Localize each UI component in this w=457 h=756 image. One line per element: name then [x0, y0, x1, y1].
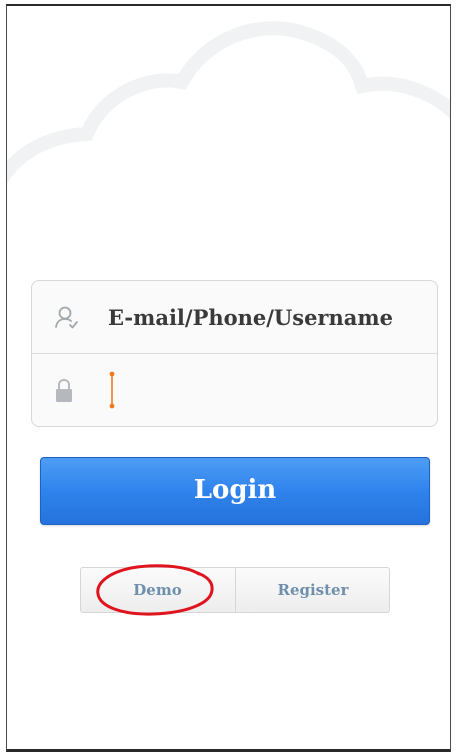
login-form	[31, 280, 438, 427]
lock-icon	[56, 378, 72, 402]
register-button[interactable]: Register	[235, 568, 390, 612]
username-input[interactable]	[108, 295, 432, 339]
app-screen: Login Demo Register	[6, 4, 451, 752]
password-row	[32, 353, 437, 426]
mode-switch: Demo Register	[80, 567, 390, 613]
password-input[interactable]	[108, 366, 432, 412]
user-icon	[55, 306, 78, 329]
text-cursor-icon	[109, 371, 115, 409]
cloud-background-illustration	[7, 21, 450, 185]
login-button[interactable]: Login	[40, 457, 430, 525]
demo-button[interactable]: Demo	[81, 568, 234, 612]
username-row	[32, 281, 437, 353]
